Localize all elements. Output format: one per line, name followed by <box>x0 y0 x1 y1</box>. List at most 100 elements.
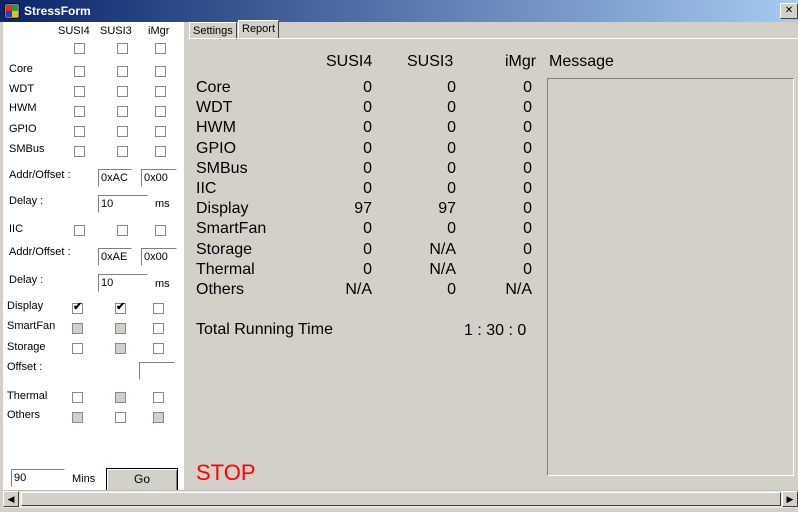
report-row-value: 0 <box>447 79 456 96</box>
smbus-susi3-checkbox[interactable] <box>117 146 128 157</box>
label-gpio: GPIO <box>9 123 37 135</box>
storage-susi4-checkbox[interactable] <box>72 343 83 354</box>
wdt-imgr-checkbox[interactable] <box>155 86 166 97</box>
label-addr-offset-smbus: Addr/Offset : <box>9 169 71 181</box>
smbus-delay-input[interactable] <box>98 195 148 213</box>
report-row-value: 0 <box>447 119 456 137</box>
report-row-value: 0 <box>363 240 372 258</box>
thermal-imgr-checkbox[interactable] <box>153 392 164 403</box>
gpio-susi3-checkbox[interactable] <box>117 126 128 137</box>
display-susi4-checkbox[interactable]: ✔ <box>72 301 83 314</box>
scroll-thumb[interactable] <box>21 492 781 506</box>
message-label: Message <box>549 53 614 70</box>
gpio-imgr-checkbox[interactable] <box>155 126 166 137</box>
storage-imgr-checkbox[interactable] <box>153 343 164 354</box>
gpio-susi4-checkbox[interactable] <box>74 126 85 137</box>
others-imgr-checkbox[interactable] <box>153 412 164 423</box>
report-row-value: N/A <box>505 281 532 298</box>
all-susi4-checkbox[interactable] <box>74 43 85 54</box>
minutes-input[interactable] <box>11 469 65 487</box>
report-row-value: 0 <box>447 159 456 177</box>
smbus-susi4-checkbox[interactable] <box>74 146 85 157</box>
report-row-value: 0 <box>363 260 372 278</box>
report-row-value: 0 <box>523 220 532 238</box>
report-row-label: Thermal <box>196 260 255 278</box>
go-button[interactable]: Go <box>106 468 178 492</box>
col-header-susi4: SUSI4 <box>58 25 90 37</box>
report-row-value: 0 <box>523 79 532 96</box>
display-susi3-checkbox[interactable]: ✔ <box>115 301 126 314</box>
smbus-addr-input[interactable] <box>98 169 132 187</box>
label-smartfan: SmartFan <box>7 320 56 332</box>
hwm-imgr-checkbox[interactable] <box>155 106 166 117</box>
all-imgr-checkbox[interactable] <box>155 43 166 54</box>
report-row-value: 0 <box>523 139 532 157</box>
report-row-value: 97 <box>438 200 456 218</box>
label-delay-smbus: Delay : <box>9 195 44 207</box>
others-susi3-checkbox[interactable] <box>115 412 126 423</box>
report-row-value: 0 <box>523 260 532 278</box>
label-ms-smbus: ms <box>155 198 170 210</box>
core-imgr-checkbox[interactable] <box>155 66 166 77</box>
stop-status: STOP <box>196 460 256 485</box>
all-susi3-checkbox[interactable] <box>117 43 128 54</box>
total-running-time-label: Total Running Time <box>196 321 333 338</box>
report-row-label: SmartFan <box>196 220 267 238</box>
report-row-label: Others <box>196 281 245 298</box>
report-header-imgr: iMgr <box>505 53 537 70</box>
smartfan-imgr-checkbox[interactable] <box>153 323 164 334</box>
total-running-time-value: 1 : 30 : 0 <box>464 322 527 339</box>
iic-addr-input[interactable] <box>98 248 132 266</box>
core-susi3-checkbox[interactable] <box>117 66 128 77</box>
label-addr-offset-iic: Addr/Offset : <box>9 246 71 258</box>
storage-susi3-checkbox[interactable] <box>115 343 126 354</box>
thermal-susi4-checkbox[interactable] <box>72 392 83 403</box>
display-imgr-checkbox[interactable] <box>153 303 164 314</box>
thermal-susi3-checkbox[interactable] <box>115 392 126 403</box>
report-row-value: 0 <box>447 220 456 238</box>
scroll-left-icon[interactable]: ◀ <box>3 491 19 507</box>
horizontal-scrollbar[interactable]: ◀ ▶ <box>3 490 798 508</box>
close-icon[interactable]: ✕ <box>780 3 798 19</box>
smartfan-susi3-checkbox[interactable] <box>115 323 126 334</box>
others-susi4-checkbox[interactable] <box>72 412 83 423</box>
report-row-value: 0 <box>363 119 372 137</box>
iic-offset-input[interactable] <box>141 248 177 266</box>
report-row-value: 0 <box>363 159 372 177</box>
report-row-value: 0 <box>363 139 372 157</box>
core-susi4-checkbox[interactable] <box>74 66 85 77</box>
iic-susi3-checkbox[interactable] <box>117 225 128 236</box>
iic-susi4-checkbox[interactable] <box>74 225 85 236</box>
iic-delay-input[interactable] <box>98 274 148 292</box>
message-box[interactable] <box>547 78 794 476</box>
report-row-value: N/A <box>429 240 456 258</box>
smartfan-susi4-checkbox[interactable] <box>72 323 83 334</box>
smbus-offset-input[interactable] <box>141 169 177 187</box>
settings-panel: SUSI4 SUSI3 iMgr Core WDT HWM GPIO SMBus… <box>3 22 184 492</box>
report-row-value: 0 <box>523 119 532 137</box>
report-row-label: Display <box>196 200 249 218</box>
hwm-susi4-checkbox[interactable] <box>74 106 85 117</box>
iic-imgr-checkbox[interactable] <box>155 225 166 236</box>
tab-report[interactable]: Report <box>238 20 280 39</box>
report-row-label: GPIO <box>196 139 237 157</box>
storage-offset-input[interactable] <box>139 362 175 380</box>
hwm-susi3-checkbox[interactable] <box>117 106 128 117</box>
report-row-label: Storage <box>196 240 253 258</box>
report-row-value: 0 <box>523 159 532 177</box>
wdt-susi3-checkbox[interactable] <box>117 86 128 97</box>
smbus-imgr-checkbox[interactable] <box>155 146 166 157</box>
report-row-value: N/A <box>345 281 372 298</box>
col-header-susi3: SUSI3 <box>100 25 132 37</box>
report-row-value: 0 <box>523 99 532 117</box>
report-row-value: 0 <box>523 240 532 258</box>
window-title: StressForm <box>24 4 91 18</box>
col-header-imgr: iMgr <box>148 25 170 37</box>
label-wdt: WDT <box>9 83 35 95</box>
report-row-label: WDT <box>196 99 233 117</box>
checkmark-icon: ✔ <box>116 301 126 313</box>
report-row-value: 97 <box>354 200 372 218</box>
report-row-value: 0 <box>363 79 372 96</box>
scroll-right-icon[interactable]: ▶ <box>782 491 798 507</box>
wdt-susi4-checkbox[interactable] <box>74 86 85 97</box>
